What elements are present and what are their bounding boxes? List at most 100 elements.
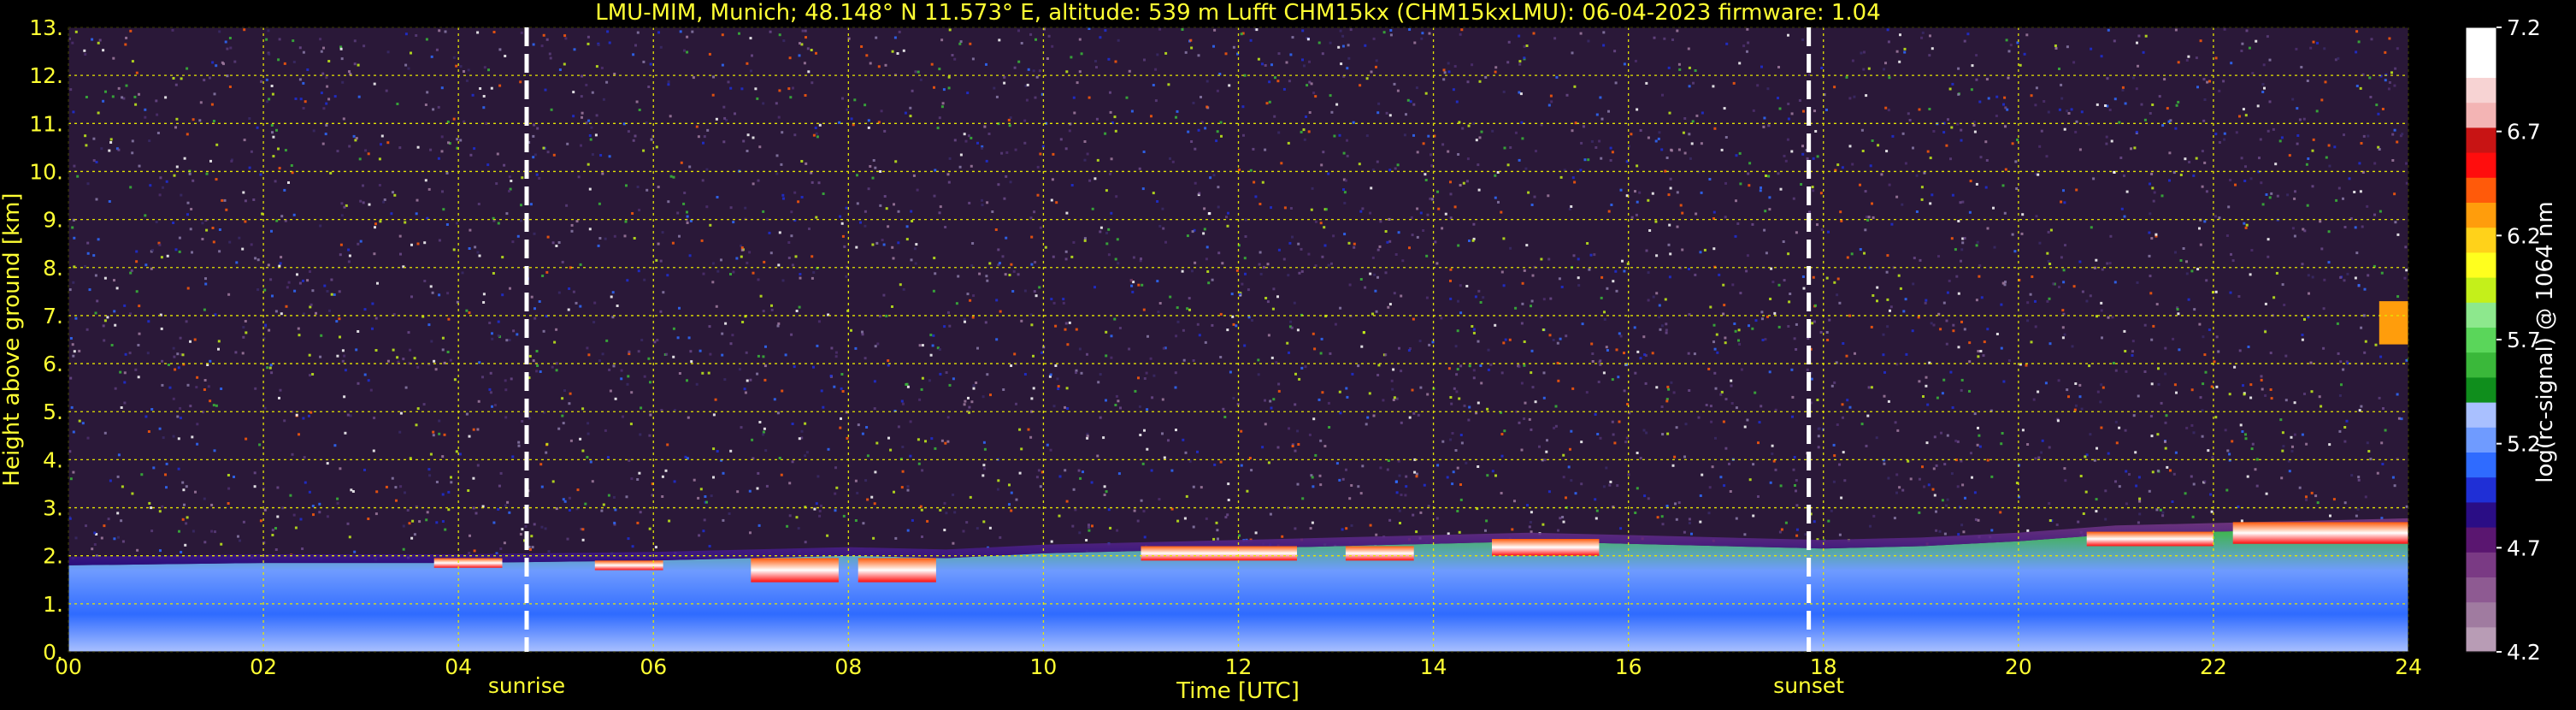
noise-dot	[636, 186, 640, 188]
noise-dot	[327, 98, 331, 101]
noise-dot	[1671, 38, 1674, 41]
noise-dot	[1960, 524, 1964, 527]
noise-dot	[746, 261, 749, 264]
noise-dot	[2047, 260, 2050, 263]
noise-dot	[701, 179, 704, 182]
noise-dot	[981, 198, 983, 202]
noise-dot	[2058, 286, 2060, 288]
noise-dot	[2048, 297, 2051, 300]
noise-dot	[624, 220, 628, 223]
noise-dot	[1388, 217, 1391, 221]
noise-dot	[1801, 152, 1805, 156]
colorbar-segment	[2466, 177, 2496, 203]
noise-dot	[591, 91, 594, 94]
noise-dot	[1412, 513, 1415, 517]
noise-dot	[185, 320, 188, 323]
noise-dot	[1115, 195, 1118, 198]
noise-dot	[1986, 227, 1989, 230]
noise-dot	[1350, 524, 1353, 527]
noise-dot	[226, 47, 229, 50]
noise-dot	[2316, 41, 2319, 44]
noise-dot	[631, 212, 634, 215]
noise-dot	[588, 228, 592, 231]
noise-dot	[1709, 305, 1712, 309]
colorbar-segment	[2466, 27, 2496, 53]
noise-dot	[683, 192, 687, 194]
noise-dot	[2198, 322, 2202, 326]
noise-dot	[520, 31, 523, 34]
noise-dot	[378, 184, 381, 186]
noise-dot	[1530, 204, 1534, 206]
noise-dot	[551, 365, 554, 369]
noise-dot	[2190, 269, 2194, 273]
noise-dot	[1623, 62, 1626, 66]
noise-dot	[1880, 173, 1883, 176]
noise-dot	[843, 245, 846, 248]
noise-dot	[1270, 406, 1273, 410]
noise-dot	[649, 62, 652, 66]
noise-dot	[881, 239, 884, 242]
noise-dot	[2007, 76, 2010, 80]
noise-dot	[1826, 339, 1830, 341]
noise-dot	[1700, 142, 1703, 145]
noise-dot	[2251, 72, 2255, 75]
noise-dot	[1982, 354, 1985, 358]
noise-dot	[438, 29, 441, 33]
noise-dot	[1907, 112, 1910, 115]
noise-dot	[786, 524, 789, 528]
noise-dot	[1912, 146, 1914, 150]
noise-dot	[734, 112, 736, 115]
noise-dot	[1690, 532, 1693, 535]
noise-dot	[244, 220, 247, 223]
noise-dot	[2177, 312, 2180, 316]
noise-dot	[1156, 280, 1159, 283]
noise-dot	[109, 138, 113, 141]
noise-dot	[671, 241, 675, 245]
noise-dot	[1767, 175, 1771, 178]
noise-dot	[1623, 352, 1625, 355]
noise-dot	[1335, 103, 1339, 106]
noise-dot	[706, 128, 710, 132]
noise-dot	[1559, 175, 1563, 179]
noise-dot	[1156, 200, 1159, 203]
noise-dot	[966, 92, 970, 95]
noise-dot	[1257, 373, 1260, 376]
noise-dot	[1459, 483, 1462, 486]
noise-dot	[2293, 234, 2296, 238]
noise-dot	[363, 373, 367, 376]
noise-dot	[1459, 498, 1463, 501]
noise-dot	[929, 353, 933, 357]
noise-dot	[174, 83, 178, 86]
noise-dot	[137, 376, 140, 379]
noise-dot	[1784, 159, 1788, 163]
noise-dot	[766, 217, 769, 221]
noise-dot	[568, 496, 571, 500]
noise-dot	[2118, 426, 2121, 429]
noise-dot	[1533, 195, 1536, 198]
noise-dot	[1827, 519, 1830, 523]
noise-dot	[1864, 228, 1867, 232]
noise-dot	[1188, 308, 1191, 311]
noise-dot	[1497, 200, 1500, 204]
noise-dot	[1719, 476, 1723, 479]
noise-dot	[1472, 376, 1476, 380]
noise-dot	[1472, 222, 1476, 226]
noise-dot	[131, 492, 134, 495]
noise-dot	[76, 175, 80, 178]
noise-dot	[1319, 222, 1323, 225]
noise-dot	[1050, 298, 1053, 301]
noise-dot	[640, 339, 644, 341]
noise-dot	[544, 88, 547, 92]
noise-dot	[1734, 234, 1737, 238]
noise-dot	[930, 62, 934, 66]
noise-dot	[627, 537, 630, 541]
noise-dot	[944, 226, 947, 228]
noise-dot	[2150, 382, 2154, 386]
noise-dot	[565, 204, 569, 207]
noise-dot	[889, 448, 893, 452]
noise-dot	[1186, 307, 1189, 311]
noise-dot	[1319, 352, 1323, 355]
noise-dot	[1449, 180, 1452, 184]
noise-dot	[1114, 129, 1117, 133]
noise-dot	[1845, 354, 1848, 358]
